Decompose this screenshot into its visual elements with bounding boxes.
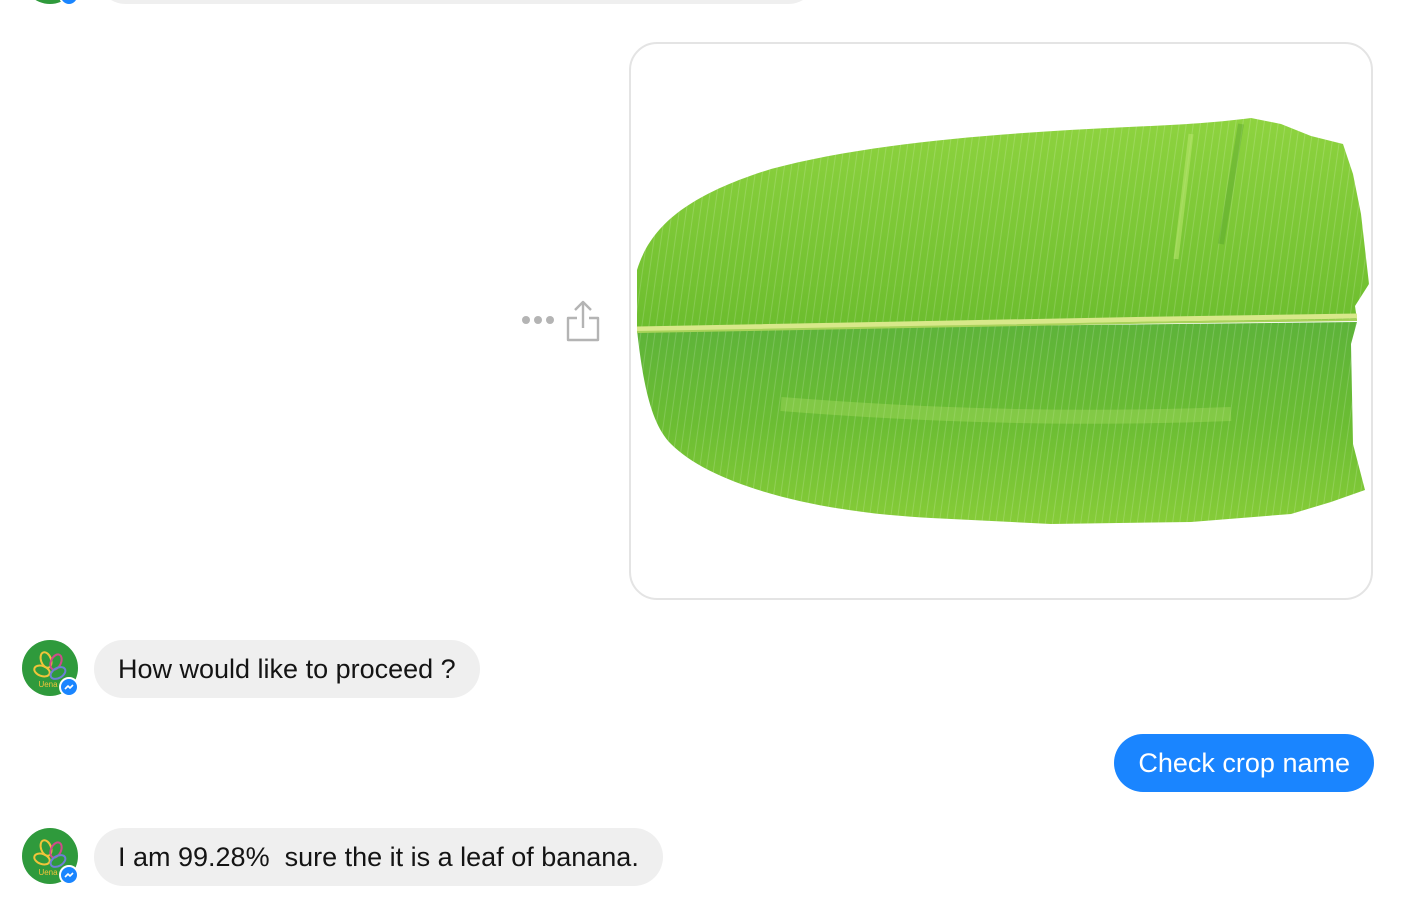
- bot-message-bubble[interactable]: How would like to proceed ?: [94, 640, 480, 698]
- bot-message-bubble[interactable]: I am 99.28% sure the it is a leaf of ban…: [94, 828, 663, 886]
- chat-thread: Uena How would like to proceed ? Check c…: [0, 0, 1426, 922]
- banana-leaf-photo: [636, 118, 1369, 524]
- bot-avatar[interactable]: Uena: [22, 640, 79, 697]
- message-actions: [516, 298, 606, 344]
- messenger-badge-icon: [59, 0, 79, 6]
- more-options-icon[interactable]: [520, 314, 556, 326]
- bot-avatar[interactable]: Uena: [22, 828, 79, 885]
- bot-logo-text: Uena: [38, 868, 58, 877]
- previous-message-bubble[interactable]: [96, 0, 818, 4]
- bot-logo-text: Uena: [38, 680, 58, 689]
- share-icon[interactable]: [564, 298, 602, 344]
- messenger-badge-icon: [59, 677, 79, 697]
- user-message-bubble[interactable]: Check crop name: [1114, 734, 1374, 792]
- bot-avatar[interactable]: [22, 0, 79, 6]
- image-message[interactable]: [629, 42, 1373, 600]
- messenger-badge-icon: [59, 865, 79, 885]
